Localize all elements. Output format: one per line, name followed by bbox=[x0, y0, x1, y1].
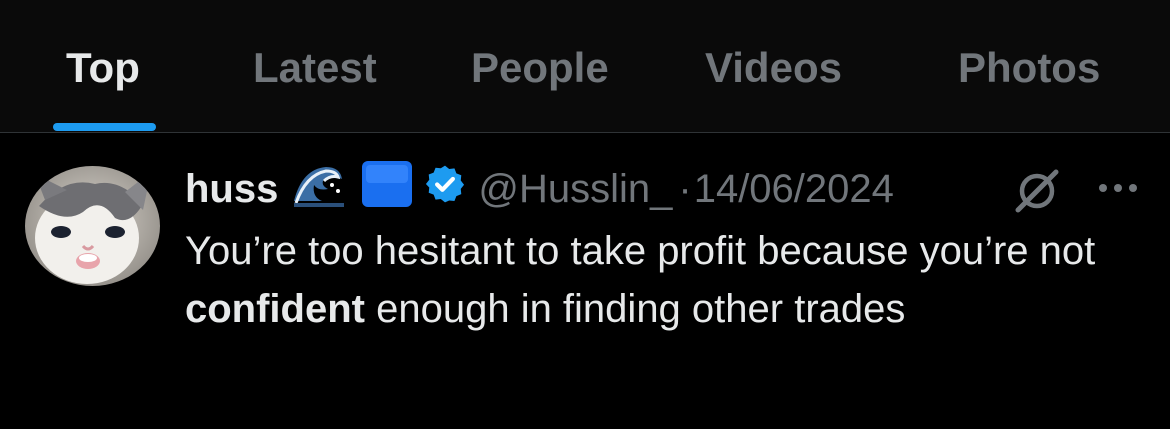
verified-badge-icon bbox=[424, 163, 466, 215]
search-tabs: Top Latest People Videos Photos bbox=[0, 0, 1170, 133]
more-options-icon[interactable] bbox=[1096, 180, 1140, 196]
tab-videos[interactable]: Videos bbox=[705, 40, 842, 96]
kitten-avatar-image bbox=[25, 166, 160, 286]
grok-icon[interactable] bbox=[1014, 168, 1060, 214]
tweet-date[interactable]: 14/06/2024 bbox=[694, 167, 894, 212]
tab-top[interactable]: Top bbox=[66, 40, 140, 96]
wave-emoji-icon bbox=[292, 161, 347, 217]
author-handle[interactable]: @Husslin_ bbox=[478, 167, 672, 212]
author-name[interactable]: huss bbox=[185, 167, 278, 212]
tweet-text: You’re too hesitant to take profit becau… bbox=[185, 222, 1115, 338]
tweet-text-part-2: enough in finding other trades bbox=[364, 287, 906, 331]
tab-latest[interactable]: Latest bbox=[253, 40, 377, 96]
tab-people[interactable]: People bbox=[471, 40, 609, 96]
tweet-header: huss @Husslin_ · 14/06/2024 bbox=[185, 159, 894, 219]
tab-photos[interactable]: Photos bbox=[958, 40, 1100, 96]
active-tab-indicator bbox=[53, 123, 156, 131]
tweet-text-part-1: You’re too hesitant to take profit becau… bbox=[185, 229, 1096, 273]
blue-square-emoji-icon bbox=[360, 159, 414, 219]
avatar[interactable] bbox=[25, 166, 160, 286]
separator-dot: · bbox=[678, 166, 692, 211]
tweet-text-bold: confident bbox=[185, 287, 365, 331]
